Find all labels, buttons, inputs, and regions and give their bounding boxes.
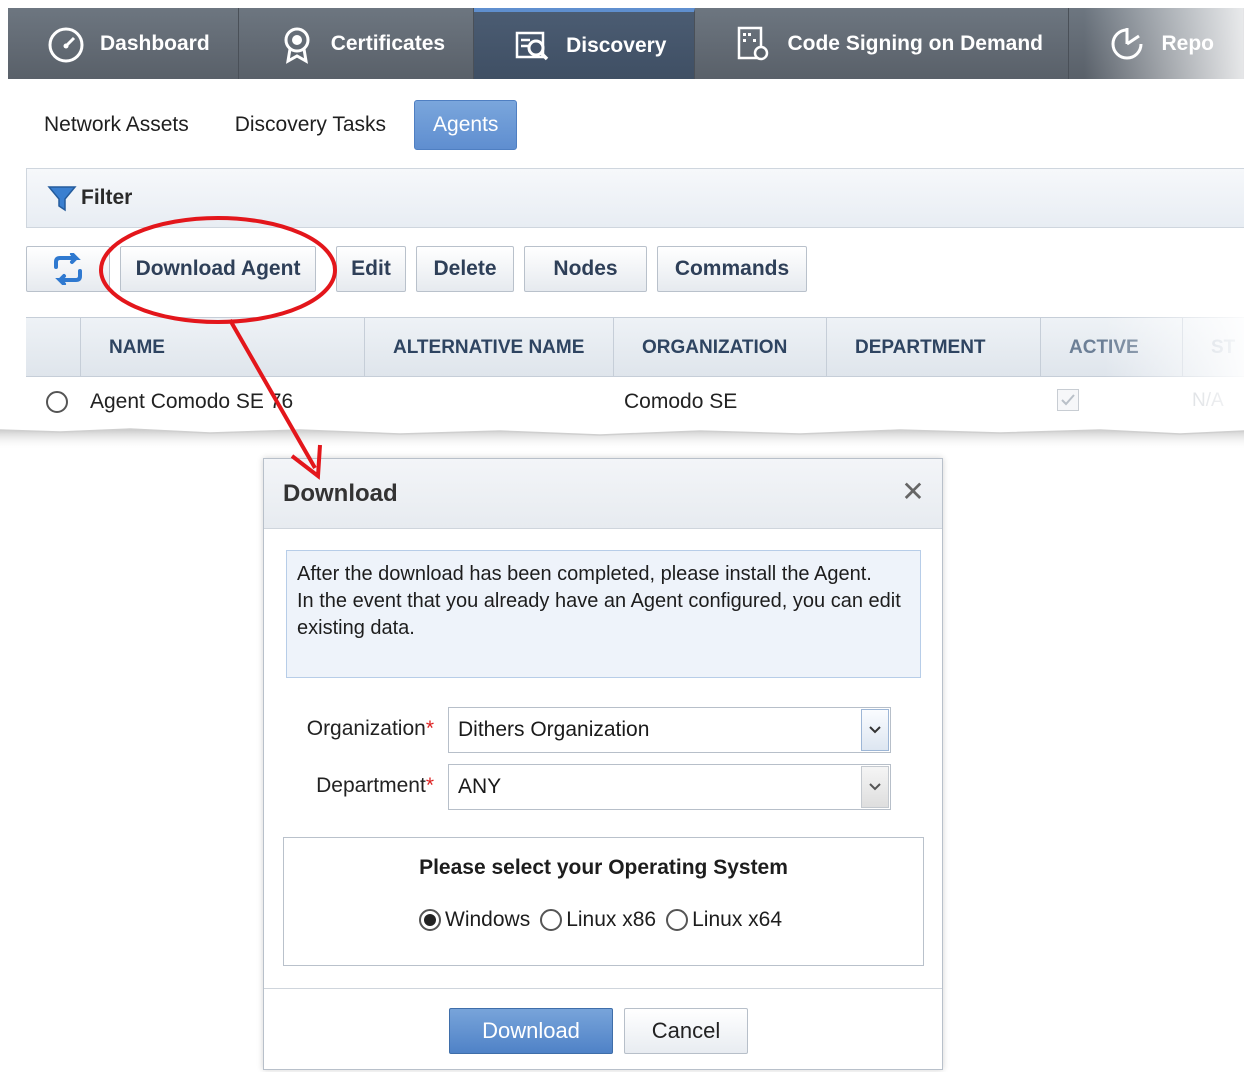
os-option-label: Linux x64	[692, 908, 783, 931]
refresh-button[interactable]	[26, 246, 110, 292]
nav-reports[interactable]: Repo	[1069, 8, 1244, 79]
edit-button[interactable]: Edit	[336, 246, 406, 292]
department-select[interactable]: ANY	[448, 764, 891, 810]
column-header-organization[interactable]: ORGANIZATION	[614, 318, 827, 377]
dialog-footer: Download Cancel	[264, 988, 942, 1072]
code-signing-icon	[738, 26, 769, 60]
funnel-icon	[47, 186, 77, 212]
close-icon[interactable]: ✕	[900, 478, 926, 506]
department-label-text: Department	[316, 774, 426, 797]
subtab-bar: Network Assets Discovery Tasks Agents	[26, 100, 527, 150]
download-button[interactable]: Download	[449, 1008, 613, 1054]
cell-organization: Comodo SE	[624, 390, 738, 413]
required-mark: *	[425, 717, 434, 740]
grid-header: NAME ALTERNATIVE NAME ORGANIZATION DEPAR…	[26, 317, 1244, 377]
radio-linux-x64[interactable]	[666, 909, 689, 931]
nav-label: Repo	[1161, 31, 1214, 55]
os-option-label: Windows	[445, 908, 531, 931]
column-header-alternative-name[interactable]: ALTERNATIVE NAME	[365, 318, 614, 377]
required-mark: *	[425, 774, 434, 797]
nav-label: Discovery	[566, 33, 667, 57]
info-line-1: After the download has been completed, p…	[297, 563, 872, 585]
row-select-radio[interactable]	[46, 391, 68, 413]
dialog-header: Download ✕	[264, 459, 942, 529]
download-agent-button[interactable]: Download Agent	[120, 246, 316, 292]
active-checkbox	[1057, 389, 1079, 411]
tab-agents[interactable]: Agents	[414, 100, 518, 150]
department-value: ANY	[458, 775, 502, 798]
cancel-button[interactable]: Cancel	[624, 1008, 748, 1054]
cell-name: Agent Comodo SE 76	[90, 390, 294, 413]
delete-button[interactable]: Delete	[416, 246, 514, 292]
column-header-status[interactable]: ST	[1183, 318, 1244, 377]
os-title: Please select your Operating System	[419, 856, 788, 879]
speedometer-icon	[48, 27, 84, 62]
nav-label: Code Signing on Demand	[787, 31, 1043, 55]
organization-select[interactable]: Dithers Organization	[448, 707, 891, 753]
refresh-icon	[54, 253, 82, 285]
radio-windows[interactable]	[419, 909, 441, 931]
organization-label: Organization*	[264, 717, 434, 741]
select-column-header	[26, 318, 81, 377]
os-options: Windows Linux x86 Linux x64	[419, 908, 782, 932]
nav-code-signing[interactable]: Code Signing on Demand	[695, 8, 1070, 79]
table-row[interactable]: Agent Comodo SE 76 Comodo SE N/A	[26, 377, 1244, 427]
download-dialog: Download ✕ After the download has been c…	[263, 458, 943, 1070]
cell-status: N/A	[1192, 390, 1224, 411]
commands-button[interactable]: Commands	[657, 246, 807, 292]
column-header-department[interactable]: DEPARTMENT	[827, 318, 1041, 377]
certificate-badge-icon	[284, 27, 310, 64]
check-icon	[1061, 394, 1075, 406]
reports-chart-icon	[1112, 27, 1143, 59]
column-header-active[interactable]: ACTIVE	[1041, 318, 1183, 377]
discovery-magnifier-icon	[515, 31, 549, 60]
info-message: After the download has been completed, p…	[286, 550, 921, 678]
torn-edge-decoration	[0, 428, 1244, 450]
tab-network-assets[interactable]: Network Assets	[26, 100, 207, 150]
chevron-down-icon[interactable]	[861, 709, 889, 751]
info-line-2: In the event that you already have an Ag…	[297, 590, 901, 639]
organization-label-text: Organization	[306, 717, 426, 740]
filter-label: Filter	[81, 186, 133, 209]
top-navigation: Dashboard Certificates Discovery Code Si…	[8, 8, 1244, 79]
radio-linux-x86[interactable]	[540, 909, 563, 931]
os-selection-box: Please select your Operating System Wind…	[283, 837, 924, 966]
organization-value: Dithers Organization	[458, 718, 650, 741]
chevron-down-icon[interactable]	[861, 766, 889, 808]
column-header-name[interactable]: NAME	[81, 318, 365, 377]
dialog-title: Download	[283, 479, 398, 507]
tab-discovery-tasks[interactable]: Discovery Tasks	[217, 100, 404, 150]
filter-bar[interactable]: Filter	[26, 168, 1244, 228]
department-label: Department*	[264, 774, 434, 798]
nav-label: Dashboard	[100, 31, 210, 55]
nav-discovery[interactable]: Discovery	[474, 8, 696, 79]
nav-certificates[interactable]: Certificates	[239, 8, 475, 79]
nodes-button[interactable]: Nodes	[524, 246, 647, 292]
nav-label: Certificates	[330, 31, 446, 55]
nav-dashboard[interactable]: Dashboard	[8, 8, 239, 79]
os-option-label: Linux x86	[566, 908, 657, 931]
